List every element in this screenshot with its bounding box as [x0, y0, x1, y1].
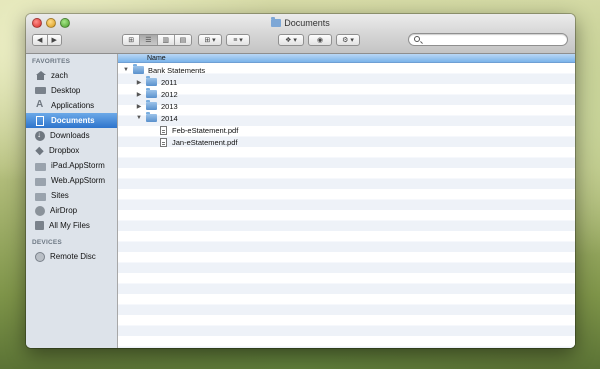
sidebar-item-desktop[interactable]: Desktop [26, 83, 117, 98]
folder-icon [146, 112, 157, 122]
title-bar: Documents ◀ ▶ ⊞ ☰ ▥ ▤ ⊞ ▾ ≡ ▾ ❖ ▾ ◉ ⚙ ▾ [26, 14, 575, 54]
dropbox-button[interactable]: ❖ ▾ [278, 34, 304, 46]
list-item-label: 2013 [161, 101, 178, 111]
disclosure-triangle-expanded-icon[interactable]: ▼ [135, 115, 143, 121]
list-item-label: Bank Statements [148, 65, 206, 75]
folder-icon [133, 64, 144, 74]
sidebar-item-label: Web.AppStorm [51, 176, 106, 185]
coverflow-view-button[interactable]: ▤ [174, 35, 191, 45]
list-item-label: 2011 [161, 77, 178, 87]
list-item[interactable]: ▶ 2012 [118, 88, 575, 100]
list-item[interactable]: ▶ 2011 [118, 76, 575, 88]
sidebar-item-label: zach [51, 71, 68, 80]
action-button[interactable]: ⚙ ▾ [336, 34, 360, 46]
list-rows: ▼ Bank Statements ▶ 2011 ▶ 2012 ▶ 2013 ▼ [118, 64, 575, 148]
sidebar-item-sites[interactable]: Sites [26, 188, 117, 203]
list-item[interactable]: Jan-eStatement.pdf [118, 136, 575, 148]
list-item[interactable]: Feb-eStatement.pdf [118, 124, 575, 136]
folder-icon [35, 162, 46, 171]
column-view-button[interactable]: ▥ [157, 35, 175, 45]
sidebar-item-label: Applications [51, 101, 95, 110]
home-icon [35, 70, 46, 81]
sidebar-item-label: Desktop [51, 86, 81, 95]
share-button[interactable]: ≡ ▾ [226, 34, 250, 46]
sidebar-item-zach[interactable]: zach [26, 68, 117, 83]
sidebar-item-label: Downloads [50, 131, 90, 140]
sidebar-item-remote-disc[interactable]: Remote Disc [26, 249, 117, 264]
sidebar-item-airdrop[interactable]: AirDrop [26, 203, 117, 218]
airdrop-icon [35, 205, 45, 216]
list-item-label: Feb-eStatement.pdf [172, 125, 239, 135]
sidebar-item-label: Dropbox [49, 146, 80, 155]
sidebar-item-label: Documents [51, 116, 95, 125]
view-mode-control: ⊞ ☰ ▥ ▤ [122, 34, 192, 46]
list-item[interactable]: ▶ 2013 [118, 100, 575, 112]
arrange-button[interactable]: ⊞ ▾ [198, 34, 222, 46]
sidebar-item-dropbox[interactable]: Dropbox [26, 143, 117, 158]
sidebar-item-label: iPad.AppStorm [51, 161, 105, 170]
sidebar-item-all-my-files[interactable]: All My Files [26, 218, 117, 233]
list-item-label: Jan-eStatement.pdf [172, 137, 238, 147]
disclosure-triangle-collapsed-icon[interactable]: ▶ [135, 103, 143, 110]
disc-icon [35, 251, 45, 262]
back-button[interactable]: ◀ [33, 35, 48, 45]
sidebar-item-ipad-appstorm[interactable]: iPad.AppStorm [26, 158, 117, 173]
sidebar-item-downloads[interactable]: Downloads [26, 128, 117, 143]
devices-header: DEVICES [32, 239, 62, 246]
window-title: Documents [26, 17, 575, 28]
list-item-label: 2014 [161, 113, 178, 123]
sidebar-item-label: Remote Disc [50, 252, 96, 261]
icon-view-button[interactable]: ⊞ [123, 35, 141, 45]
sidebar-item-label: AirDrop [50, 206, 78, 215]
list-item[interactable]: ▼ Bank Statements [118, 64, 575, 76]
pdf-file-icon [160, 137, 167, 147]
sidebar: FAVORITES zach Desktop Applications Docu… [26, 54, 118, 348]
sidebar-item-web-appstorm[interactable]: Web.AppStorm [26, 173, 117, 188]
folder-icon [35, 192, 46, 201]
column-header-name[interactable]: Name [118, 54, 575, 63]
search-field[interactable] [408, 33, 568, 46]
sidebar-item-applications[interactable]: Applications [26, 98, 117, 113]
all-files-icon [35, 221, 44, 230]
downloads-icon [35, 130, 45, 141]
sidebar-item-documents[interactable]: Documents [26, 113, 117, 128]
documents-icon [36, 115, 44, 126]
sidebar-item-label: All My Files [49, 221, 90, 230]
folder-icon [146, 100, 157, 110]
pdf-file-icon [160, 125, 167, 135]
window-title-text: Documents [284, 18, 330, 28]
disclosure-triangle-collapsed-icon[interactable]: ▶ [135, 91, 143, 98]
list-view-button[interactable]: ☰ [140, 35, 158, 45]
finder-window: Documents ◀ ▶ ⊞ ☰ ▥ ▤ ⊞ ▾ ≡ ▾ ❖ ▾ ◉ ⚙ ▾ … [26, 14, 575, 348]
disclosure-triangle-expanded-icon[interactable]: ▼ [122, 67, 130, 73]
back-forward-control: ◀ ▶ [32, 34, 62, 46]
list-item[interactable]: ▼ 2014 [118, 112, 575, 124]
quicklook-button[interactable]: ◉ [308, 34, 332, 46]
disclosure-triangle-collapsed-icon[interactable]: ▶ [135, 79, 143, 86]
list-item-label: 2012 [161, 89, 178, 99]
folder-icon [35, 177, 46, 186]
dropbox-icon [35, 146, 44, 155]
folder-icon [146, 76, 157, 86]
folder-icon [146, 88, 157, 98]
favorites-header: FAVORITES [32, 58, 71, 65]
search-icon [414, 36, 420, 42]
desktop-icon [35, 87, 46, 94]
applications-icon [35, 99, 46, 111]
sidebar-item-label: Sites [51, 191, 69, 200]
forward-button[interactable]: ▶ [47, 35, 61, 45]
file-list: Name ▼ Bank Statements ▶ 2011 ▶ 2012 ▶ 2… [118, 54, 575, 348]
folder-icon [271, 17, 282, 27]
